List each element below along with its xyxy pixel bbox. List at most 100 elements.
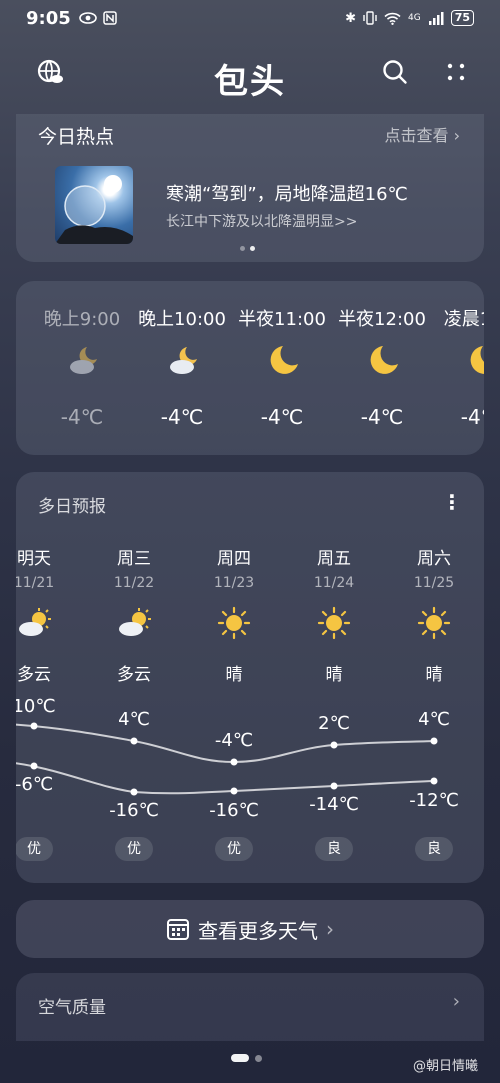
- hour-time: 半夜11:00: [238, 309, 326, 330]
- moon-icon: [470, 346, 484, 374]
- day-date: 11/21: [16, 575, 55, 591]
- hot-news-view-link[interactable]: 点击查看 ›: [385, 122, 461, 146]
- chevron-right-icon: ›: [326, 917, 334, 941]
- more-weather-button[interactable]: 查看更多天气 ›: [16, 900, 484, 958]
- day-name: 周四: [217, 549, 251, 569]
- day-name: 周五: [317, 549, 351, 569]
- status-time: 9:05: [26, 7, 71, 29]
- sun-icon: [217, 606, 251, 640]
- status-bar: 9:05 ✱ 4G 75: [0, 0, 500, 36]
- eye-icon: [78, 12, 97, 24]
- cloud-sun-icon: [119, 608, 151, 636]
- sun-icon: [317, 606, 351, 640]
- aqi-badge: 良: [415, 837, 453, 861]
- wifi-icon: [384, 12, 401, 25]
- dots-grid-icon: [447, 63, 465, 81]
- day-high: 2℃: [318, 713, 350, 734]
- low-point: [330, 782, 338, 790]
- bluetooth-icon: ✱: [345, 10, 356, 26]
- battery-icon: 75: [450, 10, 474, 26]
- hot-news-card[interactable]: 今日热点 点击查看 › 寒潮“驾到”，局地降温超16℃ 长江中下游及以北降温明显…: [16, 114, 484, 262]
- page-indicator: [231, 1054, 262, 1062]
- high-point: [430, 737, 438, 745]
- day-low: -6℃: [16, 774, 54, 795]
- hour-temp: -4℃: [160, 405, 204, 429]
- high-point: [130, 737, 138, 745]
- day-high: 10℃: [16, 696, 56, 717]
- hour-time: 凌晨1:00: [443, 309, 484, 330]
- search-button[interactable]: [375, 52, 415, 92]
- day-condition: 晴: [225, 665, 243, 685]
- hour-temp: -4℃: [60, 405, 104, 429]
- high-point: [330, 741, 338, 749]
- daily-forecast-card[interactable]: 多日预报 ⋮ 明天 11/21 多云 10℃ -6℃ 优 周三 11/22 多云…: [16, 472, 484, 883]
- day-high: -4℃: [214, 730, 254, 751]
- more-weather-label: 查看更多天气: [198, 918, 318, 943]
- chevron-right-icon: ›: [452, 991, 460, 1012]
- header: 包头: [0, 46, 500, 106]
- day-condition: 多云: [117, 665, 151, 685]
- hour-temp: -4℃: [460, 405, 484, 429]
- calendar-icon: [167, 919, 189, 940]
- hourly-scroller[interactable]: 晚上9:00 -4℃ 晚上10:00 -4℃ 半夜11:00 -4℃ 半夜12:…: [16, 281, 484, 455]
- day-condition: 多云: [17, 665, 51, 685]
- day-name: 周六: [417, 549, 451, 569]
- moon-icon: [370, 346, 398, 374]
- day-name: 周三: [117, 549, 151, 569]
- aqi-badge: 良: [315, 837, 353, 861]
- low-point: [130, 788, 138, 796]
- signal-icon: [428, 11, 444, 25]
- search-icon: [383, 60, 407, 84]
- day-condition: 晴: [425, 665, 443, 685]
- hour-time: 晚上9:00: [43, 309, 121, 330]
- hour-time: 晚上10:00: [138, 309, 226, 330]
- carousel-dots: [240, 246, 255, 251]
- low-point: [230, 787, 238, 795]
- aqi-badge: 优: [215, 837, 253, 861]
- city-title: 包头: [214, 62, 286, 102]
- nfc-icon: [103, 11, 117, 25]
- day-high: 4℃: [118, 709, 150, 730]
- low-point: [30, 762, 38, 770]
- day-low: -14℃: [309, 794, 359, 815]
- day-date: 11/22: [113, 575, 155, 591]
- day-low: -16℃: [209, 800, 259, 821]
- aqi-badge: 优: [16, 837, 53, 861]
- low-point: [430, 777, 438, 785]
- aqi-badge: 优: [115, 837, 153, 861]
- hourly-forecast-card[interactable]: 晚上9:00 -4℃ 晚上10:00 -4℃ 半夜11:00 -4℃ 半夜12:…: [16, 281, 484, 455]
- hour-temp: -4℃: [260, 405, 304, 429]
- carousel-dot-active: [250, 246, 255, 251]
- moon-icon: [270, 346, 298, 374]
- watermark: @朝日情曦: [412, 1059, 478, 1074]
- air-quality-card[interactable]: 空气质量 ›: [16, 973, 484, 1041]
- day-low: -12℃: [409, 790, 459, 811]
- cloud-sun-icon: [19, 608, 51, 636]
- day-condition: 晴: [325, 665, 343, 685]
- air-quality-title: 空气质量: [38, 998, 106, 1018]
- hour-time: 半夜12:00: [338, 309, 426, 330]
- page-dot-active: [231, 1054, 249, 1062]
- page-dot: [255, 1054, 262, 1062]
- more-options-button[interactable]: [436, 52, 476, 92]
- carousel-dot: [240, 246, 245, 251]
- status-icons-right: ✱ 4G 75: [345, 10, 474, 26]
- hot-news-subline[interactable]: 长江中下游及以北降温明显>>: [166, 211, 357, 231]
- day-date: 11/25: [413, 575, 455, 591]
- high-point: [30, 722, 38, 730]
- day-date: 11/24: [313, 575, 355, 591]
- vibrate-icon: [363, 11, 377, 25]
- hot-news-headline[interactable]: 寒潮“驾到”，局地降温超16℃: [166, 180, 408, 206]
- hot-news-title: 今日热点: [38, 126, 115, 148]
- day-high: 4℃: [418, 709, 450, 730]
- hour-temp: -4℃: [360, 405, 404, 429]
- cloud-moon-icon: [70, 347, 97, 374]
- day-low: -16℃: [109, 800, 159, 821]
- day-name: 明天: [17, 549, 51, 569]
- frozen-bubble-image: [55, 175, 133, 244]
- cloud-moon-icon: [170, 347, 197, 374]
- network-type: 4G: [407, 13, 421, 23]
- status-icons-left: [78, 11, 117, 25]
- day-date: 11/23: [213, 575, 255, 591]
- sun-icon: [417, 606, 451, 640]
